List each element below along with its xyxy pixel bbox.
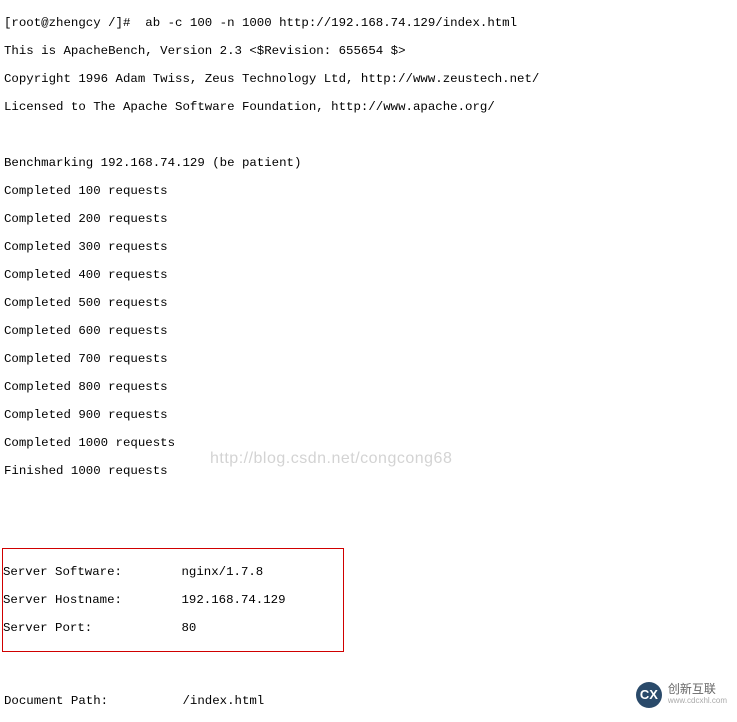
benchmarking-line: Benchmarking 192.168.74.129 (be patient): [4, 156, 733, 170]
server-info-box: Server Software: nginx/1.7.8 Server Host…: [2, 548, 344, 652]
command-line: [root@zhengcy /]# ab -c 100 -n 1000 http…: [4, 16, 733, 30]
progress-line: Completed 200 requests: [4, 212, 733, 226]
progress-line: Completed 900 requests: [4, 408, 733, 422]
header-line: Copyright 1996 Adam Twiss, Zeus Technolo…: [4, 72, 733, 86]
header-line: Licensed to The Apache Software Foundati…: [4, 100, 733, 114]
server-port: Server Port: 80: [3, 621, 343, 635]
footer-logo: CX 创新互联 www.cdcxhl.com: [636, 682, 727, 708]
document-path: Document Path: /index.html: [4, 694, 733, 708]
header-line: This is ApacheBench, Version 2.3 <$Revis…: [4, 44, 733, 58]
blank-line: [4, 128, 733, 142]
progress-line: Completed 400 requests: [4, 268, 733, 282]
blank-line: [4, 520, 733, 534]
progress-line: Completed 100 requests: [4, 184, 733, 198]
progress-line: Completed 600 requests: [4, 324, 733, 338]
progress-line: Completed 500 requests: [4, 296, 733, 310]
progress-line: Completed 1000 requests: [4, 436, 733, 450]
blank-line: [4, 492, 733, 506]
server-software: Server Software: nginx/1.7.8: [3, 565, 343, 579]
server-hostname: Server Hostname: 192.168.74.129: [3, 593, 343, 607]
progress-line: Completed 700 requests: [4, 352, 733, 366]
terminal-output: [root@zhengcy /]# ab -c 100 -n 1000 http…: [0, 0, 737, 722]
progress-line: Completed 300 requests: [4, 240, 733, 254]
blank-line: [4, 666, 733, 680]
progress-line: Finished 1000 requests: [4, 464, 733, 478]
logo-subtext: www.cdcxhl.com: [668, 694, 727, 708]
progress-line: Completed 800 requests: [4, 380, 733, 394]
logo-badge-icon: CX: [636, 682, 662, 708]
